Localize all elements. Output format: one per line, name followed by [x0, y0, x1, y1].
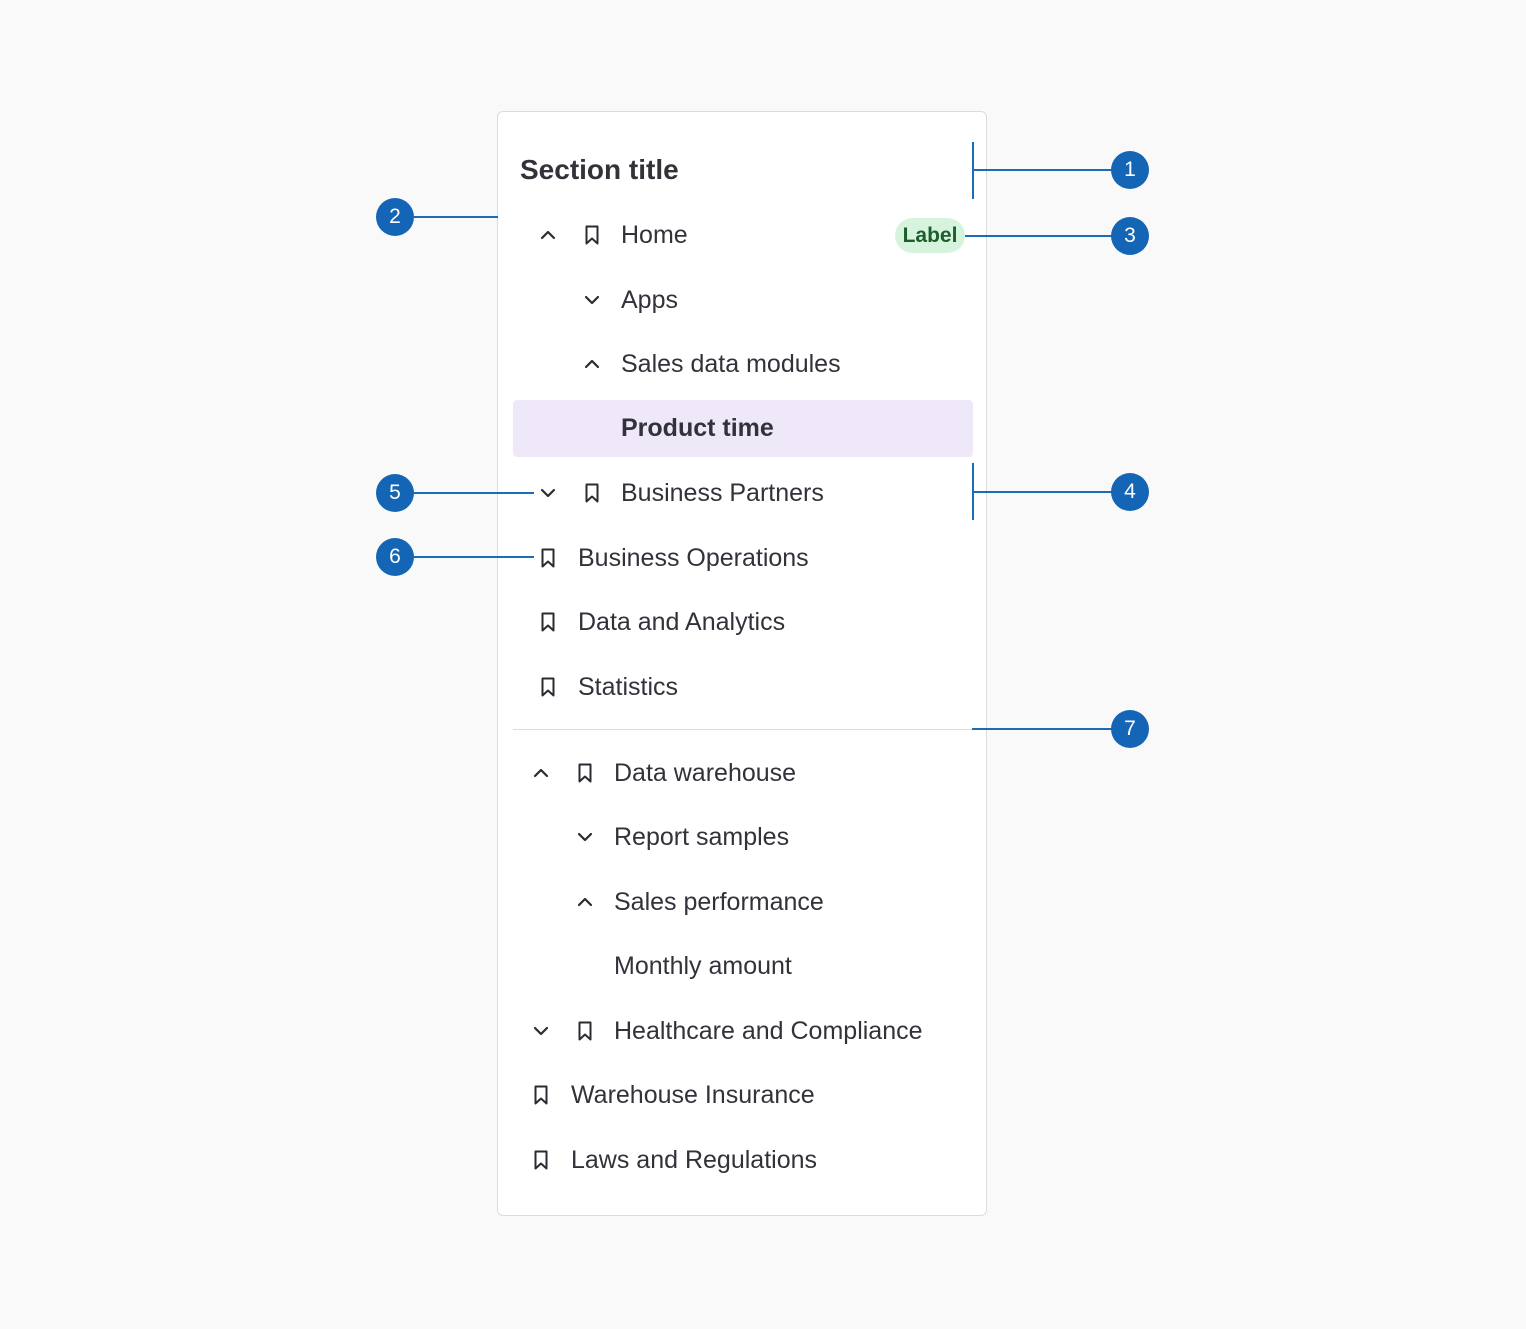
- section-title: Section title: [520, 154, 679, 185]
- callout-line-1: [972, 169, 1112, 171]
- nav-item-business-operations[interactable]: Business Operations: [498, 530, 988, 586]
- bookmark-icon: [580, 481, 604, 505]
- callout-marker-6: 6: [376, 538, 414, 576]
- nav-item-sales-performance[interactable]: Sales performance: [498, 874, 988, 930]
- bookmark-icon: [529, 1148, 553, 1172]
- callout-marker-1: 1: [1111, 151, 1149, 189]
- nav-item-sales-data-modules[interactable]: Sales data modules: [498, 336, 988, 392]
- callout-marker-7: 7: [1111, 710, 1149, 748]
- bookmark-icon: [529, 1083, 553, 1107]
- nav-item-statistics[interactable]: Statistics: [498, 659, 988, 715]
- nav-item-label: Data and Analytics: [578, 608, 786, 636]
- nav-item-laws-and-regulations[interactable]: Laws and Regulations: [498, 1132, 988, 1188]
- nav-item-business-partners[interactable]: Business Partners: [498, 465, 988, 521]
- nav-item-label: Product time: [621, 414, 774, 442]
- nav-item-label: Warehouse Insurance: [571, 1081, 815, 1109]
- callout-marker-2: 2: [376, 198, 414, 236]
- callout-line-3: [965, 235, 1112, 237]
- callout-line-4: [972, 491, 1112, 493]
- chevron-down-icon[interactable]: [573, 825, 597, 849]
- nav-item-label: Monthly amount: [614, 952, 792, 980]
- nav-item-healthcare-and-compliance[interactable]: Healthcare and Compliance: [498, 1003, 988, 1059]
- nav-item-label: Laws and Regulations: [571, 1146, 817, 1174]
- bookmark-icon: [536, 675, 560, 699]
- chevron-up-icon[interactable]: [573, 890, 597, 914]
- bookmark-icon: [573, 1019, 597, 1043]
- nav-item-label: Home: [621, 221, 688, 249]
- nav-item-label: Healthcare and Compliance: [614, 1017, 923, 1045]
- chevron-down-icon[interactable]: [529, 1019, 553, 1043]
- bookmark-icon: [573, 761, 597, 785]
- callout-line-6: [414, 556, 534, 558]
- callout-line-7: [972, 728, 1112, 730]
- chevron-up-icon[interactable]: [529, 761, 553, 785]
- chevron-up-icon[interactable]: [536, 223, 560, 247]
- nav-item-label: Data warehouse: [614, 759, 797, 787]
- nav-item-label: Apps: [621, 286, 678, 314]
- callout-line-5: [414, 492, 534, 494]
- side-navigation-panel: Section title Home Label Apps Sales data…: [497, 111, 987, 1216]
- section-divider: [513, 729, 973, 730]
- nav-item-label: Business Operations: [578, 544, 809, 572]
- status-badge: Label: [895, 218, 965, 253]
- nav-item-monthly-amount[interactable]: Monthly amount: [498, 938, 988, 994]
- callout-marker-4: 4: [1111, 473, 1149, 511]
- bookmark-icon: [536, 610, 560, 634]
- chevron-down-icon[interactable]: [580, 288, 604, 312]
- nav-item-data-and-analytics[interactable]: Data and Analytics: [498, 594, 988, 650]
- nav-item-report-samples[interactable]: Report samples: [498, 809, 988, 865]
- nav-item-apps[interactable]: Apps: [498, 272, 988, 328]
- nav-item-warehouse-insurance[interactable]: Warehouse Insurance: [498, 1067, 988, 1123]
- nav-item-product-time-selected[interactable]: Product time: [513, 400, 973, 457]
- nav-item-label: Business Partners: [621, 479, 824, 507]
- chevron-up-icon[interactable]: [580, 352, 604, 376]
- nav-item-label: Sales performance: [614, 888, 824, 916]
- bookmark-icon: [580, 223, 604, 247]
- nav-item-label: Sales data modules: [621, 350, 841, 378]
- bookmark-icon: [536, 546, 560, 570]
- chevron-down-icon[interactable]: [536, 481, 560, 505]
- nav-item-data-warehouse[interactable]: Data warehouse: [498, 745, 988, 801]
- callout-line-2: [414, 216, 498, 218]
- nav-item-label: Report samples: [614, 823, 790, 851]
- callout-marker-3: 3: [1111, 217, 1149, 255]
- callout-marker-5: 5: [376, 474, 414, 512]
- nav-item-label: Statistics: [578, 673, 679, 701]
